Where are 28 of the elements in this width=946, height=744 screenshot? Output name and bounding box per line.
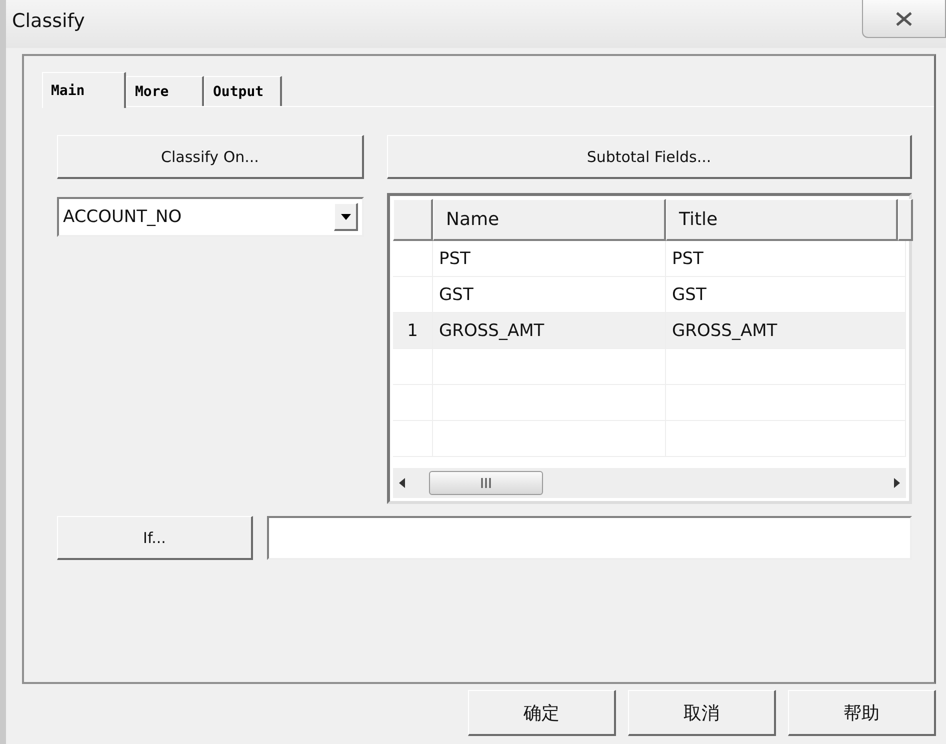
tab[interactable]: Output: [204, 76, 282, 106]
row-header-corner: [393, 199, 433, 241]
window-title: Classify: [12, 10, 85, 32]
if-button[interactable]: If...: [57, 516, 253, 560]
tab[interactable]: More: [126, 76, 204, 106]
dropdown-arrow-button[interactable]: [334, 203, 358, 231]
dialog-button[interactable]: 取消: [628, 690, 776, 736]
grip-icon: [480, 478, 492, 488]
classify-on-button[interactable]: Classify On...: [57, 135, 364, 179]
condition-input-field[interactable]: [267, 516, 912, 560]
subtotal-fields-button[interactable]: Subtotal Fields...: [387, 135, 912, 179]
grid-row[interactable]: 1 GROSS_AMT GROSS_AMT: [393, 313, 906, 349]
grid-row[interactable]: PST PST: [393, 241, 906, 277]
close-icon: [895, 12, 913, 26]
caret-icon: [340, 214, 350, 220]
scroll-right-icon[interactable]: [894, 478, 900, 488]
close-button[interactable]: [862, 0, 946, 38]
column-header[interactable]: Name: [433, 199, 666, 241]
classify-field-dropdown[interactable]: ACCOUNT_NO: [57, 197, 364, 237]
scroll-left-icon[interactable]: [399, 478, 405, 488]
scroll-thumb[interactable]: [429, 471, 543, 495]
horizontal-scrollbar[interactable]: [393, 468, 906, 498]
tab[interactable]: Main: [42, 72, 126, 108]
column-header[interactable]: Title: [666, 199, 898, 241]
dialog-button[interactable]: 确定: [468, 690, 616, 736]
dropdown-value: ACCOUNT_NO: [63, 207, 182, 227]
dialog-button[interactable]: 帮助: [788, 690, 936, 736]
grid-row[interactable]: GST GST: [393, 277, 906, 313]
